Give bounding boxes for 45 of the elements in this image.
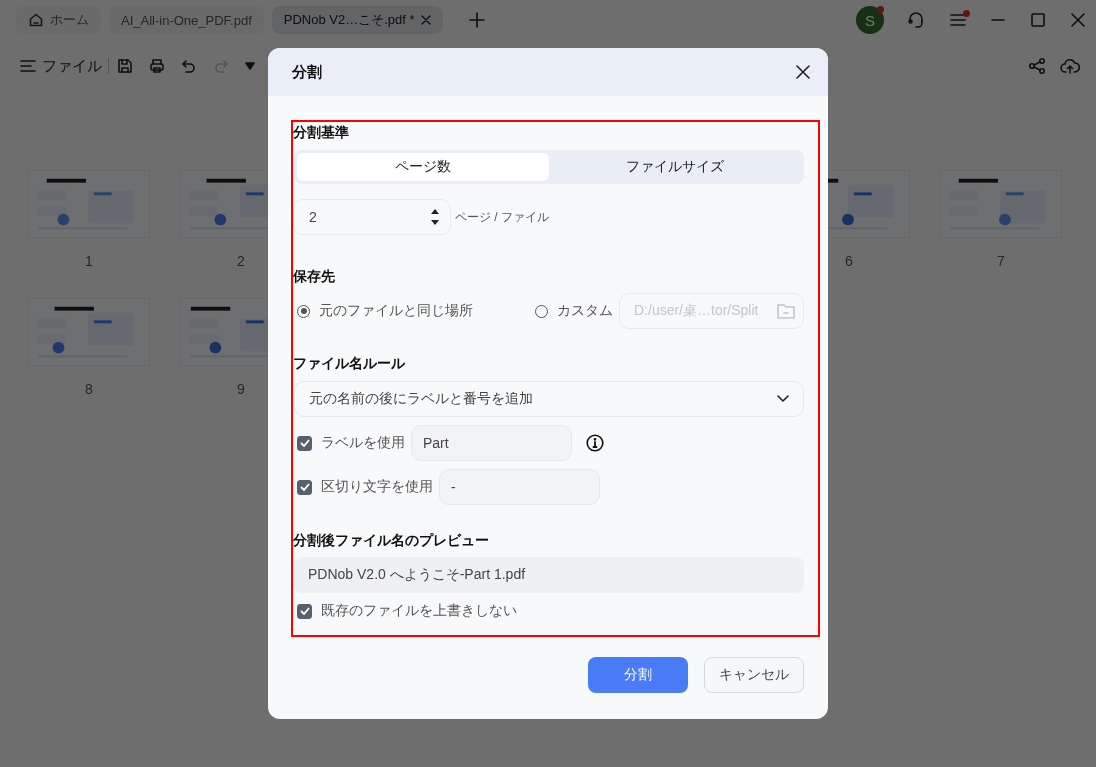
page-number: 1: [85, 253, 93, 269]
rule-dropdown[interactable]: 元の名前の後にラベルと番号を追加: [294, 381, 804, 417]
text-field[interactable]: -: [439, 469, 600, 505]
checkbox-label: 区切り文字を使用: [321, 478, 433, 496]
cloud-upload-icon[interactable]: [1060, 57, 1080, 75]
page-number: 6: [845, 253, 853, 269]
text-field[interactable]: Part: [411, 425, 572, 461]
print-icon[interactable]: [149, 58, 165, 74]
info-icon[interactable]: [586, 434, 604, 452]
unit-label: ページ / ファイル: [455, 208, 549, 226]
undo-icon[interactable]: [181, 58, 197, 74]
cancel-button[interactable]: キャンセル: [704, 657, 804, 693]
page-number: 9: [237, 381, 245, 397]
maximize-icon[interactable]: [1030, 12, 1046, 28]
page-number: 7: [997, 253, 1005, 269]
dialog-title: 分割: [292, 62, 322, 82]
menu-icon: [20, 59, 36, 73]
caret-icon[interactable]: [245, 62, 255, 70]
page-number: 2: [237, 253, 245, 269]
split-button[interactable]: 分割: [588, 657, 688, 693]
headset-icon[interactable]: [906, 10, 926, 30]
segment-option[interactable]: ファイルサイズ: [549, 153, 801, 181]
stepper-arrows-icon[interactable]: [430, 207, 440, 227]
checkbox-label: 既存のファイルを上書きしない: [321, 602, 517, 620]
section-title: ファイル名ルール: [293, 354, 406, 373]
section-title: 分割後ファイル名のプレビュー: [293, 531, 490, 550]
close-icon[interactable]: [796, 65, 810, 79]
page-number: 8: [85, 381, 93, 397]
checkbox-label: ラベルを使用: [321, 434, 405, 452]
chevron-down-icon: [777, 395, 789, 403]
filename-preview: PDNob V2.0 へようこそ-Part 1.pdf: [294, 557, 804, 593]
radio-option[interactable]: カスタム: [531, 302, 613, 320]
section-title: 分割基準: [293, 123, 350, 142]
segment-option[interactable]: ページ数: [297, 153, 549, 181]
number-spinner[interactable]: 2: [293, 199, 451, 235]
checkbox[interactable]: [297, 479, 312, 495]
radio-option[interactable]: 元のファイルと同じ場所: [293, 302, 473, 320]
checkbox[interactable]: [297, 435, 312, 451]
section-title: 保存先: [293, 267, 336, 286]
home-icon: [28, 12, 44, 28]
save-icon[interactable]: [117, 58, 133, 74]
share-icon[interactable]: [1028, 57, 1046, 75]
checkbox[interactable]: [297, 603, 312, 619]
file-menu[interactable]: ファイル: [20, 56, 102, 76]
add-tab-icon[interactable]: [468, 12, 485, 28]
